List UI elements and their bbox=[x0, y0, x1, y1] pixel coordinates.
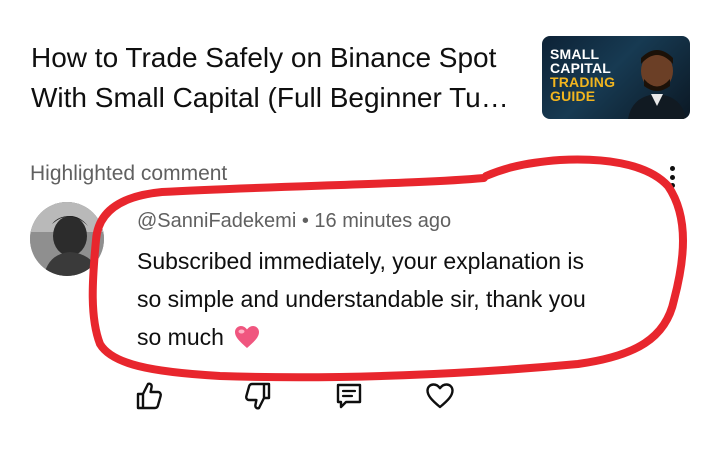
reply-comment-icon bbox=[336, 383, 362, 409]
video-title-line-1: How to Trade Safely on Binance Spot bbox=[31, 42, 497, 73]
meta-separator: • bbox=[301, 210, 309, 232]
highlighted-comment-label: Highlighted comment bbox=[30, 162, 228, 185]
video-title-line-2: With Small Capital (Full Beginner Tu… bbox=[31, 82, 509, 113]
heart-outline-icon bbox=[426, 383, 454, 409]
video-header[interactable]: How to Trade Safely on Binance Spot With… bbox=[0, 0, 720, 140]
more-dot bbox=[669, 166, 675, 171]
dislike-button[interactable] bbox=[240, 378, 276, 414]
video-thumbnail[interactable]: SMALL CAPITAL TRADING GUIDE bbox=[542, 36, 690, 119]
video-title[interactable]: How to Trade Safely on Binance Spot With… bbox=[31, 38, 536, 118]
thumbnail-presenter-image bbox=[628, 50, 686, 119]
comment-text: Subscribed immediately, your explanation… bbox=[137, 242, 667, 356]
avatar-photo bbox=[30, 202, 104, 276]
heart-emoji bbox=[235, 326, 260, 348]
comment-timestamp: 16 minutes ago bbox=[314, 210, 452, 232]
more-dot bbox=[669, 174, 675, 180]
reply-button[interactable] bbox=[331, 378, 367, 414]
thumbnail-caption: SMALL CAPITAL TRADING GUIDE bbox=[550, 47, 615, 103]
comment-text-line-2: so simple and understandable sir, thank … bbox=[137, 286, 586, 312]
avatar[interactable] bbox=[30, 202, 104, 276]
thumbnail-caption-line-2: CAPITAL bbox=[550, 60, 612, 76]
more-vertical-icon[interactable] bbox=[660, 160, 684, 194]
thumbnail-caption-line-3: TRADING bbox=[550, 74, 616, 90]
heart-button[interactable] bbox=[422, 378, 458, 414]
thumbnail-caption-line-1: SMALL bbox=[550, 46, 600, 62]
comment-text-line-3-label: so much bbox=[137, 324, 224, 350]
comment-meta: @SanniFadekemi • 16 minutes ago bbox=[137, 210, 451, 233]
thumbnail-caption-line-4: GUIDE bbox=[550, 88, 596, 104]
comment-text-line-3: so much bbox=[137, 318, 667, 356]
like-button[interactable] bbox=[131, 378, 167, 414]
more-dot bbox=[669, 183, 675, 188]
thumbs-up-icon bbox=[136, 382, 162, 410]
thumbs-down-icon bbox=[245, 382, 271, 410]
comment-author[interactable]: @SanniFadekemi bbox=[137, 210, 296, 232]
comment-actions bbox=[0, 378, 720, 418]
comment-text-line-1: Subscribed immediately, your explanation… bbox=[137, 248, 585, 274]
